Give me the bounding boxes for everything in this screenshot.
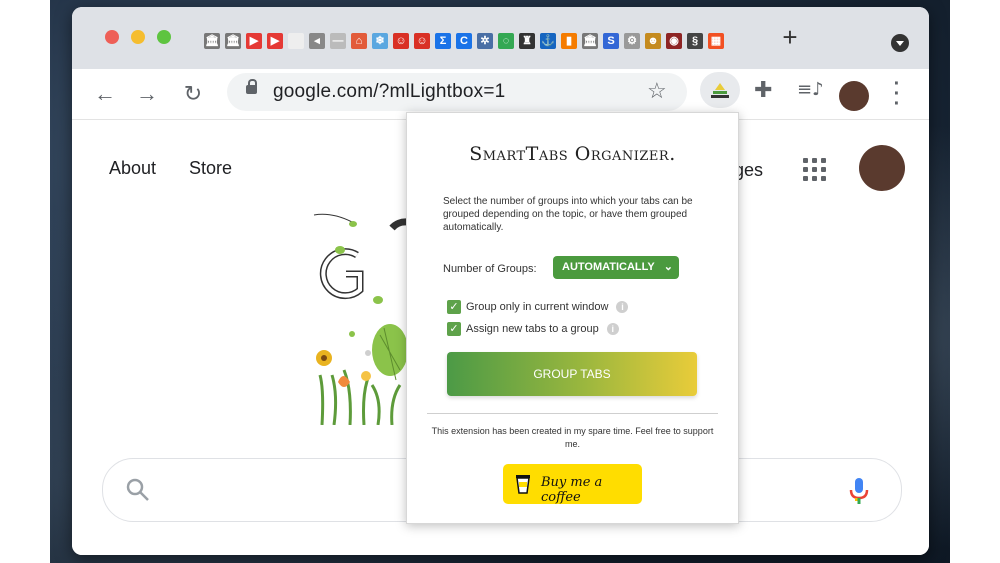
- tab-favicon-14[interactable]: ✲: [477, 33, 493, 49]
- tab-favicon-25[interactable]: ▦: [708, 33, 724, 49]
- store-link[interactable]: Store: [189, 158, 232, 179]
- tab-favicon-17[interactable]: ⚓: [540, 33, 556, 49]
- tab-favicon-7[interactable]: —: [330, 33, 346, 49]
- reload-icon[interactable]: ↻: [180, 81, 206, 107]
- back-icon[interactable]: ←: [92, 81, 118, 107]
- tab-favicon-5[interactable]: [288, 33, 304, 49]
- chevron-down-icon: ⌄: [663, 261, 673, 273]
- popup-divider: [427, 413, 718, 414]
- tab-favicon-9[interactable]: ❄: [372, 33, 388, 49]
- minimize-window-button[interactable]: [131, 30, 145, 44]
- zoom-window-button[interactable]: [157, 30, 171, 44]
- bookmark-star-icon[interactable]: ☆: [647, 78, 667, 104]
- support-note: This extension has been created in my sp…: [431, 426, 714, 449]
- tab-favicon-10[interactable]: ☺: [393, 33, 409, 49]
- close-window-button[interactable]: [105, 30, 119, 44]
- coffee-button-label: Buy me a coffee: [541, 475, 603, 505]
- tab-favicon-18[interactable]: ▮: [561, 33, 577, 49]
- profile-avatar[interactable]: [839, 81, 869, 111]
- groups-count-value: AUTOMATICALLY: [562, 261, 655, 273]
- account-avatar[interactable]: [859, 145, 905, 191]
- coffee-cup-icon: [516, 475, 530, 494]
- pinned-tabs: 🏛 🏛 ▶ ▶ ◂ — ⌂ ❄ ☺ ☺ Σ C ✲ ◌ ♜ ⚓ ▮ 🏛 S ⚙ ☻ ◉ § ▦: [204, 29, 729, 53]
- tab-favicon-3[interactable]: ▶: [246, 33, 262, 49]
- tab-favicon-20[interactable]: S: [603, 33, 619, 49]
- assign-new-tabs-label: Assign new tabs to a group: [466, 323, 599, 335]
- buy-me-a-coffee-button[interactable]: Buy me a coffee: [503, 464, 642, 505]
- tab-favicon-4[interactable]: ▶: [267, 33, 283, 49]
- address-bar[interactable]: google.com/?mlLightbox=1 ☆: [227, 73, 687, 111]
- info-icon[interactable]: i: [606, 323, 619, 335]
- current-window-checkbox[interactable]: ✓: [447, 300, 461, 314]
- tab-favicon-2[interactable]: 🏛: [225, 33, 241, 49]
- smarttabs-extension-button[interactable]: [700, 72, 740, 108]
- tab-favicon-19[interactable]: 🏛: [582, 33, 598, 49]
- current-window-option: ✓ Group only in current window i: [447, 299, 629, 315]
- groups-count-select[interactable]: AUTOMATICALLY ⌄: [553, 256, 679, 279]
- tab-favicon-16[interactable]: ♜: [519, 33, 535, 49]
- popup-description: Select the number of groups into which y…: [443, 196, 693, 233]
- groups-count-label: Number of Groups:: [443, 263, 537, 275]
- info-icon[interactable]: i: [616, 301, 629, 313]
- voice-search-mic-icon[interactable]: [848, 476, 870, 506]
- menu-kebab-icon[interactable]: · · ·: [890, 74, 904, 114]
- assign-new-tabs-option: ✓ Assign new tabs to a group i: [447, 321, 619, 337]
- tab-favicon-1[interactable]: 🏛: [204, 33, 220, 49]
- tab-favicon-6[interactable]: ◂: [309, 33, 325, 49]
- new-tab-button[interactable]: +: [778, 24, 802, 50]
- tab-favicon-21[interactable]: ⚙: [624, 33, 640, 49]
- assign-new-tabs-checkbox[interactable]: ✓: [447, 322, 461, 336]
- tab-favicon-22[interactable]: ☻: [645, 33, 661, 49]
- smarttabs-extension-icon: [711, 83, 729, 98]
- tab-favicon-24[interactable]: §: [687, 33, 703, 49]
- extensions-puzzle-icon[interactable]: ✚: [754, 77, 772, 103]
- tab-favicon-8[interactable]: ⌂: [351, 33, 367, 49]
- url-text[interactable]: google.com/?mlLightbox=1: [273, 81, 505, 103]
- tab-favicon-12[interactable]: Σ: [435, 33, 451, 49]
- forward-icon[interactable]: →: [134, 81, 160, 107]
- tab-favicon-23[interactable]: ◉: [666, 33, 682, 49]
- current-window-label: Group only in current window: [466, 301, 609, 313]
- popup-title: SmartTabs Organizer.: [469, 143, 676, 165]
- media-control-icon[interactable]: ≡♪: [797, 79, 824, 100]
- google-apps-icon[interactable]: [803, 158, 827, 182]
- tab-strip: 🏛 🏛 ▶ ▶ ◂ — ⌂ ❄ ☺ ☺ Σ C ✲ ◌ ♜ ⚓ ▮ 🏛 S ⚙ ☻ ◉ § ▦ +: [72, 7, 929, 69]
- tab-favicon-11[interactable]: ☺: [414, 33, 430, 49]
- about-link[interactable]: About: [109, 158, 156, 179]
- tab-favicon-13[interactable]: C: [456, 33, 472, 49]
- group-tabs-button[interactable]: GROUP TABS: [447, 352, 697, 396]
- tab-favicon-15[interactable]: ◌: [498, 33, 514, 49]
- search-icon: [126, 478, 149, 501]
- google-doodle-image[interactable]: [312, 210, 407, 425]
- tab-search-icon[interactable]: [891, 34, 909, 52]
- lock-icon[interactable]: [246, 79, 257, 94]
- smarttabs-popup: SmartTabs Organizer. Select the number o…: [406, 112, 739, 524]
